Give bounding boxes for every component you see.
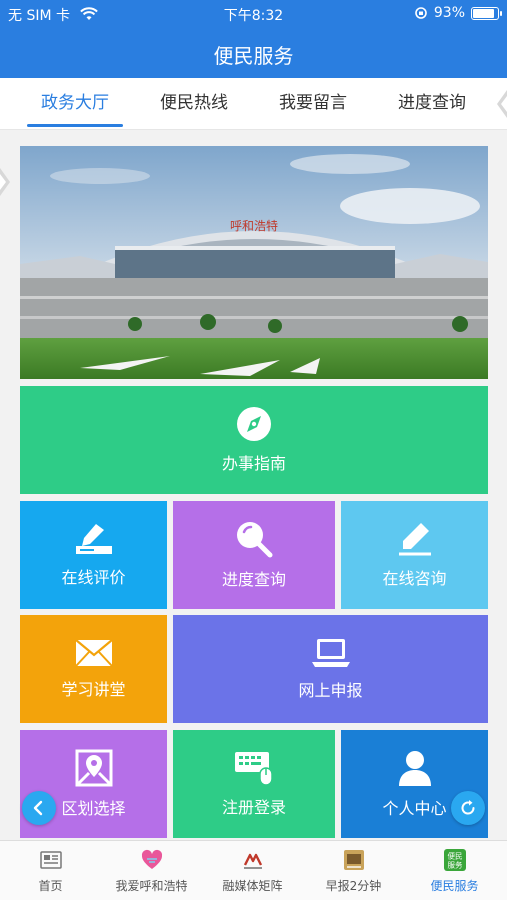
- banner-image[interactable]: 呼和浩特: [20, 146, 488, 379]
- guide-tile[interactable]: 办事指南: [20, 386, 488, 494]
- svg-text:便民: 便民: [448, 851, 463, 861]
- region-label: 区划选择: [61, 799, 126, 818]
- chevron-left-icon: [33, 800, 43, 816]
- laptop-icon: [311, 639, 350, 667]
- ornament-left-icon: [0, 168, 10, 196]
- personal-label: 个人中心: [382, 799, 447, 818]
- lecture-label: 学习讲堂: [61, 680, 126, 699]
- map-pin-icon: [75, 749, 112, 787]
- bottom-nav: 首页 我爱呼和浩特 融媒体矩阵 早报2分钟 便民 服务 便民服务: [0, 840, 507, 900]
- airport-photo: 呼和浩特: [20, 146, 488, 379]
- register-label: 注册登录: [221, 798, 286, 817]
- refresh-icon: [461, 800, 475, 815]
- evaluate-tile[interactable]: 在线评价: [20, 501, 167, 609]
- nav-media-matrix[interactable]: 融媒体矩阵: [202, 841, 303, 900]
- keypad-mouse-icon: [235, 752, 273, 786]
- evaluate-label: 在线评价: [61, 568, 126, 587]
- nav-home[interactable]: 首页: [0, 841, 101, 900]
- lecture-tile[interactable]: 学习讲堂: [20, 615, 167, 723]
- nav-love-city[interactable]: 我爱呼和浩特: [101, 841, 202, 900]
- tab-government-hall[interactable]: 政务大厅: [15, 78, 135, 130]
- news-photo-icon: [344, 850, 364, 870]
- pencil-icon: [398, 523, 431, 556]
- battery-icon: [471, 6, 502, 20]
- nav-bar: 便民服务: [0, 28, 507, 78]
- progress-tile[interactable]: 进度查询: [173, 501, 335, 609]
- status-bar: 无 SIM 卡 下午8:32 93%: [0, 0, 507, 28]
- nav-morning-news[interactable]: 早报2分钟: [303, 841, 404, 900]
- register-tile[interactable]: 注册登录: [173, 730, 335, 838]
- consult-tile[interactable]: 在线咨询: [341, 501, 488, 609]
- declare-label: 网上申报: [298, 681, 363, 700]
- svg-text:服务: 服务: [448, 860, 463, 870]
- magnifier-icon: [237, 522, 273, 558]
- envelope-icon: [74, 639, 113, 667]
- compass-icon: [237, 407, 271, 441]
- service-badge-icon: 便民 服务: [444, 849, 466, 871]
- media-logo-icon: [243, 853, 263, 869]
- tab-progress-query[interactable]: 进度查询: [372, 78, 492, 130]
- nav-love-city-label: 我爱呼和浩特: [115, 879, 188, 893]
- consult-label: 在线咨询: [382, 569, 447, 588]
- orientation-lock-icon: [415, 7, 427, 19]
- person-icon: [398, 751, 431, 786]
- tab-bar: 政务大厅 便民热线 我要留言 进度查询: [0, 78, 507, 196]
- progress-label: 进度查询: [221, 570, 286, 589]
- nav-service-label: 便民服务: [430, 879, 479, 893]
- battery-percent: 93%: [433, 5, 465, 21]
- tab-hotline[interactable]: 便民热线: [134, 78, 254, 130]
- heart-city-icon: [141, 849, 163, 869]
- nav-service[interactable]: 便民 服务 便民服务: [404, 841, 505, 900]
- refresh-fab[interactable]: [451, 791, 485, 825]
- declare-tile[interactable]: 网上申报: [173, 615, 488, 723]
- sign-pen-icon: [75, 524, 112, 554]
- nav-media-matrix-label: 融媒体矩阵: [222, 879, 283, 893]
- ornament-right-icon: [497, 90, 507, 118]
- newspaper-icon: [40, 851, 62, 869]
- back-fab[interactable]: [22, 791, 56, 825]
- page-title: 便民服务: [213, 44, 294, 68]
- nav-home-label: 首页: [38, 879, 63, 893]
- guide-label: 办事指南: [221, 454, 286, 473]
- tab-leave-message[interactable]: 我要留言: [253, 78, 373, 130]
- airport-sign-text: 呼和浩特: [230, 218, 278, 233]
- nav-morning-news-label: 早报2分钟: [325, 879, 382, 893]
